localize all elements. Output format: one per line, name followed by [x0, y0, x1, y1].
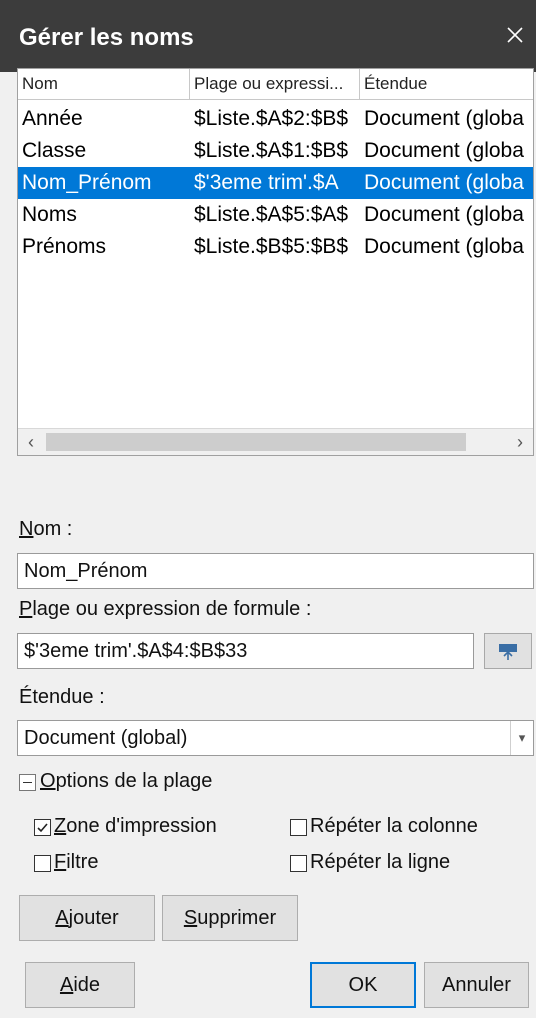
scope-select[interactable]: Document (global) ▾	[17, 720, 534, 756]
filter-label[interactable]: Filtre	[54, 851, 98, 874]
add-button[interactable]: Ajouter	[19, 895, 155, 941]
cell-name: Prénoms	[22, 235, 107, 258]
horizontal-scrollbar[interactable]: ‹ ›	[18, 428, 533, 455]
ok-button[interactable]: OK	[310, 962, 416, 1008]
repeat-column-checkbox[interactable]	[290, 819, 307, 836]
shrink-icon	[499, 644, 517, 660]
column-header-scope[interactable]: Étendue	[360, 69, 535, 99]
names-table[interactable]: Nom Plage ou expressi... Étendue Année $…	[17, 68, 534, 456]
cell-scope: Document (globa	[364, 171, 524, 194]
cell-scope: Document (globa	[364, 203, 524, 226]
manage-names-dialog: Gérer les noms Nom Plage ou expressi... …	[0, 0, 536, 1018]
repeat-row-label[interactable]: Répéter la ligne	[310, 851, 450, 874]
collapse-icon[interactable]	[19, 774, 36, 791]
column-header-name[interactable]: Nom	[18, 69, 190, 99]
print-area-checkbox[interactable]	[34, 819, 51, 836]
close-icon[interactable]	[500, 20, 530, 50]
cell-scope: Document (globa	[364, 107, 524, 130]
scroll-left-icon[interactable]: ‹	[18, 429, 44, 455]
repeat-column-label[interactable]: Répéter la colonne	[310, 815, 478, 838]
cell-range: $Liste.$B$5:$B$	[194, 235, 349, 258]
name-label: Nom :	[19, 518, 73, 540]
scroll-right-icon[interactable]: ›	[507, 429, 533, 455]
chevron-down-icon[interactable]: ▾	[510, 721, 533, 755]
cell-scope: Document (globa	[364, 235, 524, 258]
cell-name: Noms	[22, 203, 77, 226]
cell-range: $Liste.$A$1:$B$	[194, 139, 349, 162]
print-area-label[interactable]: Zone d'impression	[54, 815, 217, 838]
table-row-selected[interactable]: Nom_Prénom $'3eme trim'.$A Document (glo…	[18, 167, 533, 199]
table-row[interactable]: Année $Liste.$A$2:$B$ Document (globa	[18, 103, 533, 135]
range-label: Plage ou expression de formule :	[19, 598, 312, 620]
scrollbar-thumb[interactable]	[46, 433, 466, 451]
range-field[interactable]: $'3eme trim'.$A$4:$B$33	[17, 633, 474, 669]
cell-name: Année	[22, 107, 83, 130]
cell-scope: Document (globa	[364, 139, 524, 162]
column-header-range[interactable]: Plage ou expressi...	[190, 69, 360, 99]
cell-range: $'3eme trim'.$A	[194, 171, 339, 194]
cell-name: Classe	[22, 139, 87, 162]
title-bar: Gérer les noms	[0, 0, 536, 72]
delete-button[interactable]: Supprimer	[162, 895, 298, 941]
table-row[interactable]: Prénoms $Liste.$B$5:$B$ Document (globa	[18, 231, 533, 263]
help-button[interactable]: Aide	[25, 962, 135, 1008]
table-row[interactable]: Noms $Liste.$A$5:$A$ Document (globa	[18, 199, 533, 231]
repeat-row-checkbox[interactable]	[290, 855, 307, 872]
table-header: Nom Plage ou expressi... Étendue	[18, 69, 533, 100]
cancel-button[interactable]: Annuler	[424, 962, 529, 1008]
cell-range: $Liste.$A$2:$B$	[194, 107, 349, 130]
table-row[interactable]: Classe $Liste.$A$1:$B$ Document (globa	[18, 135, 533, 167]
cell-range: $Liste.$A$5:$A$	[194, 203, 349, 226]
options-section-label[interactable]: Options de la plage	[40, 770, 212, 793]
shrink-button[interactable]	[484, 633, 532, 669]
dialog-title: Gérer les noms	[19, 24, 194, 51]
cell-name: Nom_Prénom	[22, 171, 152, 194]
scope-label: Étendue :	[19, 686, 105, 708]
name-field[interactable]: Nom_Prénom	[17, 553, 534, 589]
checkmark-icon	[37, 823, 48, 833]
scope-select-value: Document (global)	[24, 727, 188, 749]
filter-checkbox[interactable]	[34, 855, 51, 872]
